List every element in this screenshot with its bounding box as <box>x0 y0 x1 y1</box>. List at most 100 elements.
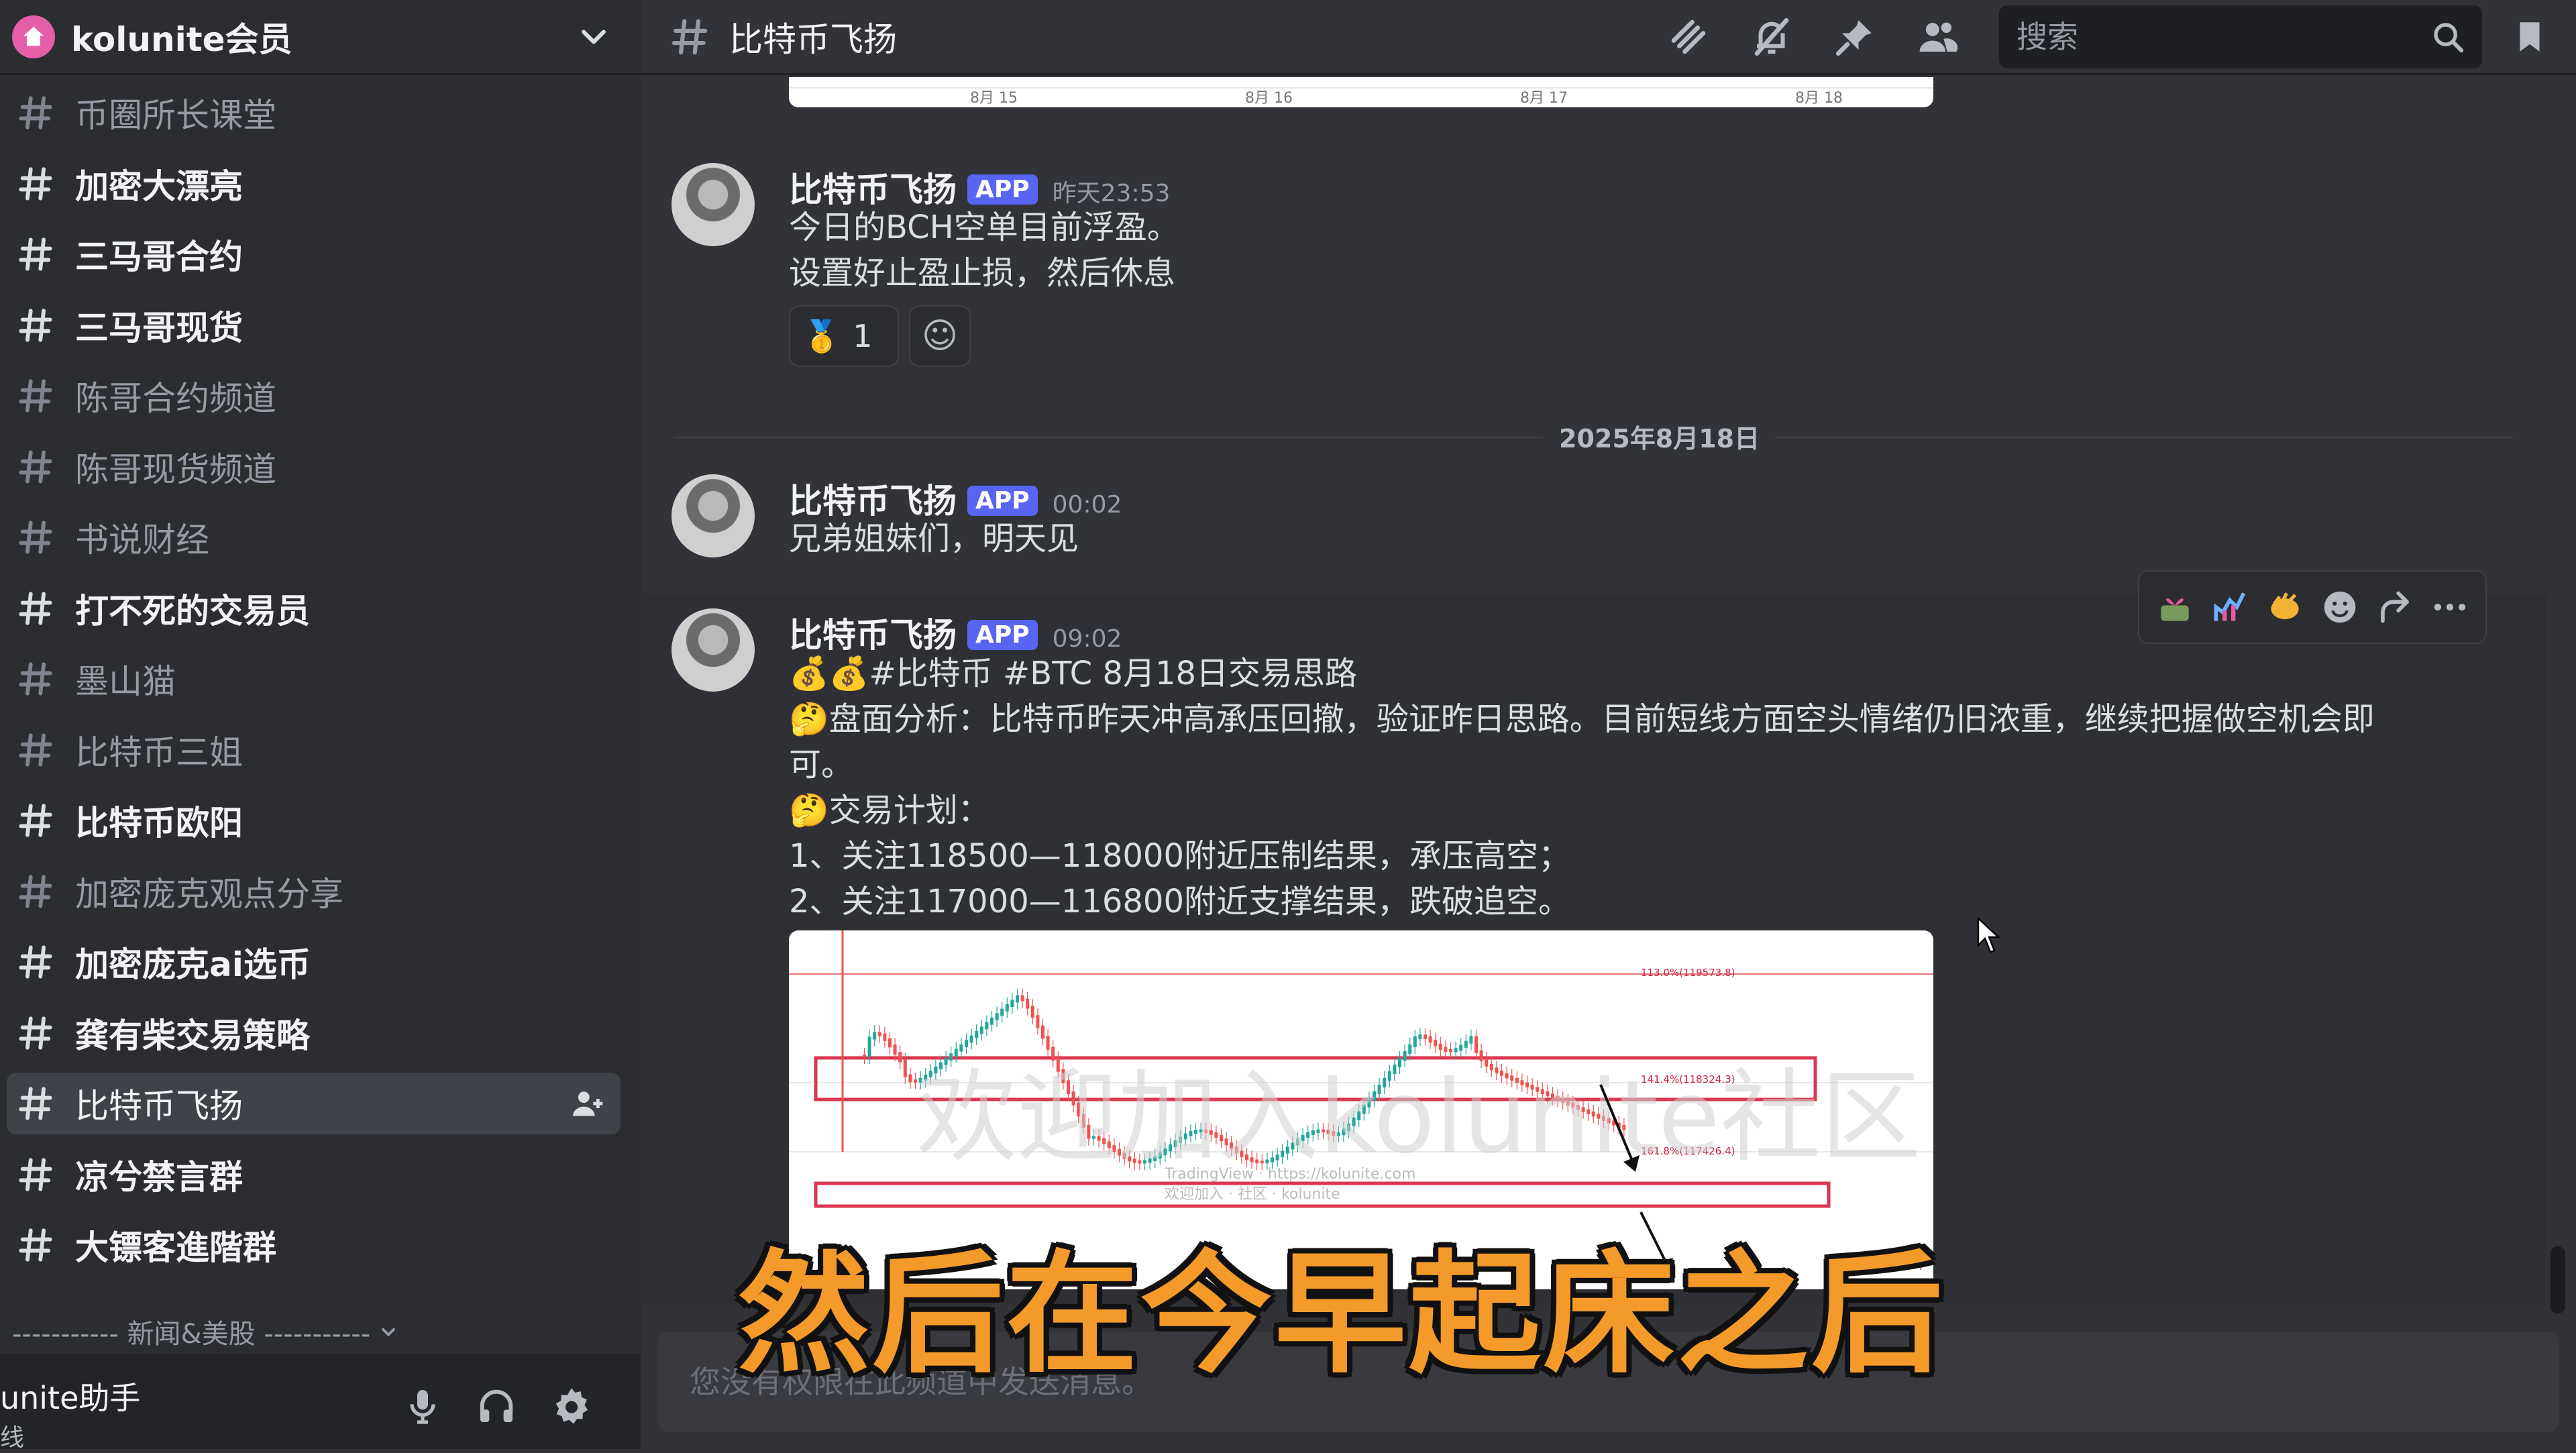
server-header[interactable]: kolunite会员 <box>0 0 641 75</box>
message-line: 💰💰#比特币 #BTC 8月18日交易思路 <box>789 651 1357 696</box>
gear-icon[interactable] <box>550 1385 593 1428</box>
forward-icon[interactable] <box>2374 586 2416 628</box>
hash-icon <box>19 521 52 554</box>
channel-label: 币圈所长课堂 <box>75 96 276 135</box>
hash-icon <box>19 591 52 625</box>
search-icon[interactable] <box>2430 19 2466 55</box>
sidebar-channel[interactable]: 加密庞克观点分享 <box>0 861 621 922</box>
avatar[interactable] <box>672 163 755 246</box>
microphone-icon[interactable] <box>401 1385 444 1428</box>
avatar[interactable] <box>672 608 755 692</box>
sidebar-channel[interactable]: 凉兮禁言群 <box>0 1144 621 1205</box>
sidebar-channel[interactable]: 墨山猫 <box>0 648 621 710</box>
channel-label: 加密庞克ai选币 <box>75 945 311 984</box>
message-timestamp[interactable]: 00:02 <box>1053 491 1122 519</box>
chevron-down-icon[interactable] <box>574 17 614 57</box>
channel-label: 大镖客進階群 <box>75 1228 276 1267</box>
hash-icon <box>19 1228 52 1262</box>
candle-body <box>985 1022 989 1030</box>
avatar[interactable] <box>672 474 755 557</box>
threads-icon[interactable] <box>1666 15 1711 59</box>
category-news-stocks[interactable]: ----------- 新闻&美股 ----------- <box>12 1311 401 1352</box>
channel-label: 陈哥合约频道 <box>75 379 276 418</box>
channel-label: 陈哥现货频道 <box>75 449 276 489</box>
sidebar-channel[interactable]: 三马哥合约 <box>0 223 621 285</box>
user-name[interactable]: unite助手 <box>0 1374 140 1418</box>
message-timestamp[interactable]: 09:02 <box>1053 625 1122 653</box>
candle-body <box>1469 1036 1473 1044</box>
more-options-icon[interactable] <box>2429 586 2471 628</box>
money-bag-icon: 💰💰 <box>789 655 869 692</box>
reaction-medal[interactable]: 🥇 1 <box>789 305 899 367</box>
message-line: 🤔交易计划： <box>789 788 990 833</box>
sidebar-channel[interactable]: 比特币欧阳 <box>0 790 621 851</box>
sidebar-channel[interactable]: 打不死的交易员 <box>0 578 621 639</box>
chart-image-attachment[interactable]: 113.0%(119573.8) 141.4%(118324.3) 161.8%… <box>789 930 1933 1289</box>
member-list-icon[interactable] <box>1916 15 1960 59</box>
sidebar-channel[interactable]: 比特币三姐 <box>0 719 621 781</box>
user-status: 线 <box>0 1424 25 1452</box>
sidebar-channel[interactable]: 三马哥现货 <box>0 294 621 356</box>
search-box[interactable] <box>1999 5 2482 68</box>
hash-icon <box>19 96 52 129</box>
sidebar-channel[interactable]: 加密庞克ai选币 <box>0 931 621 993</box>
date-divider: 2025年8月18日 <box>674 418 2512 458</box>
sidebar-channel[interactable]: 加密大漂亮 <box>0 153 621 215</box>
scrollbar[interactable] <box>2551 1246 2565 1313</box>
message-line-text: #比特币 #BTC 8月18日交易思路 <box>869 655 1358 692</box>
server-name: kolunite会员 <box>71 19 292 59</box>
candle-body <box>903 1059 907 1077</box>
candle-body <box>908 1074 912 1083</box>
reaction-clap-icon[interactable] <box>2264 586 2306 628</box>
candle-body <box>898 1052 902 1063</box>
channel-label: 书说财经 <box>75 521 209 559</box>
sidebar-channel[interactable]: 大镖客進階群 <box>0 1214 621 1276</box>
bookmark-icon[interactable] <box>2510 17 2549 56</box>
date-tick: 8月 17 <box>1520 90 1568 107</box>
candle-body <box>883 1033 887 1041</box>
message-line: 1、关注118500—118000附近压制结果，承压高空； <box>789 837 1571 875</box>
app-tag: APP <box>967 486 1038 516</box>
candle-body <box>979 1026 983 1034</box>
candle-body <box>1016 995 1019 1003</box>
hash-icon <box>19 449 52 484</box>
candle-body <box>1026 998 1030 1009</box>
add-reaction-icon[interactable] <box>2319 586 2361 628</box>
message-timestamp[interactable]: 昨天23:53 <box>1053 180 1171 207</box>
hash-icon <box>19 1016 52 1050</box>
channel-label: 打不死的交易员 <box>75 591 310 631</box>
invite-member-icon[interactable] <box>568 1085 606 1122</box>
server-logo-icon <box>12 15 55 58</box>
sidebar-channel[interactable]: 陈哥合约频道 <box>0 365 621 427</box>
headphones-icon[interactable] <box>475 1385 518 1428</box>
add-reaction-button[interactable]: ☺ <box>909 305 971 367</box>
sidebar-channel[interactable]: 陈哥现货频道 <box>0 436 621 498</box>
author-name[interactable]: 比特币飞扬 <box>789 170 957 209</box>
channel-label: 加密大漂亮 <box>75 166 243 206</box>
level-label: 113.0%(119573.8) <box>1641 967 1735 979</box>
candle-body <box>959 1044 963 1052</box>
author-name[interactable]: 比特币飞扬 <box>789 482 957 521</box>
candle-body <box>1428 1036 1432 1042</box>
chart-image-previous[interactable]: 8月 15 8月 16 8月 17 8月 18 <box>789 77 1933 107</box>
date-tick: 8月 16 <box>1245 90 1293 107</box>
candle-body <box>1464 1040 1468 1048</box>
reaction-gift-icon[interactable] <box>2154 586 2196 628</box>
video-subtitle: 然后在今早起床之后 <box>738 1238 1946 1391</box>
search-input[interactable] <box>2015 17 2430 56</box>
hash-icon <box>19 733 52 767</box>
candle-body <box>1438 1043 1442 1050</box>
reaction-chart-icon[interactable] <box>2209 586 2251 628</box>
message-header: 比特币飞扬 APP 09:02 <box>789 608 1122 657</box>
thinking-face-icon: 🤔 <box>789 792 829 829</box>
sidebar-channel[interactable]: 币圈所长课堂 <box>0 82 621 144</box>
candle-body <box>954 1048 958 1057</box>
candle-body <box>1413 1036 1417 1047</box>
pin-icon[interactable] <box>1833 15 1877 59</box>
sidebar-channel[interactable]: 比特币飞扬 <box>7 1073 621 1134</box>
message-line: 可。 <box>789 746 854 784</box>
sidebar-channel[interactable]: 龚有柴交易策略 <box>0 1002 621 1064</box>
notification-muted-icon[interactable] <box>1750 15 1794 59</box>
sidebar-channel[interactable]: 书说财经 <box>0 506 621 568</box>
author-name[interactable]: 比特币飞扬 <box>789 616 957 655</box>
